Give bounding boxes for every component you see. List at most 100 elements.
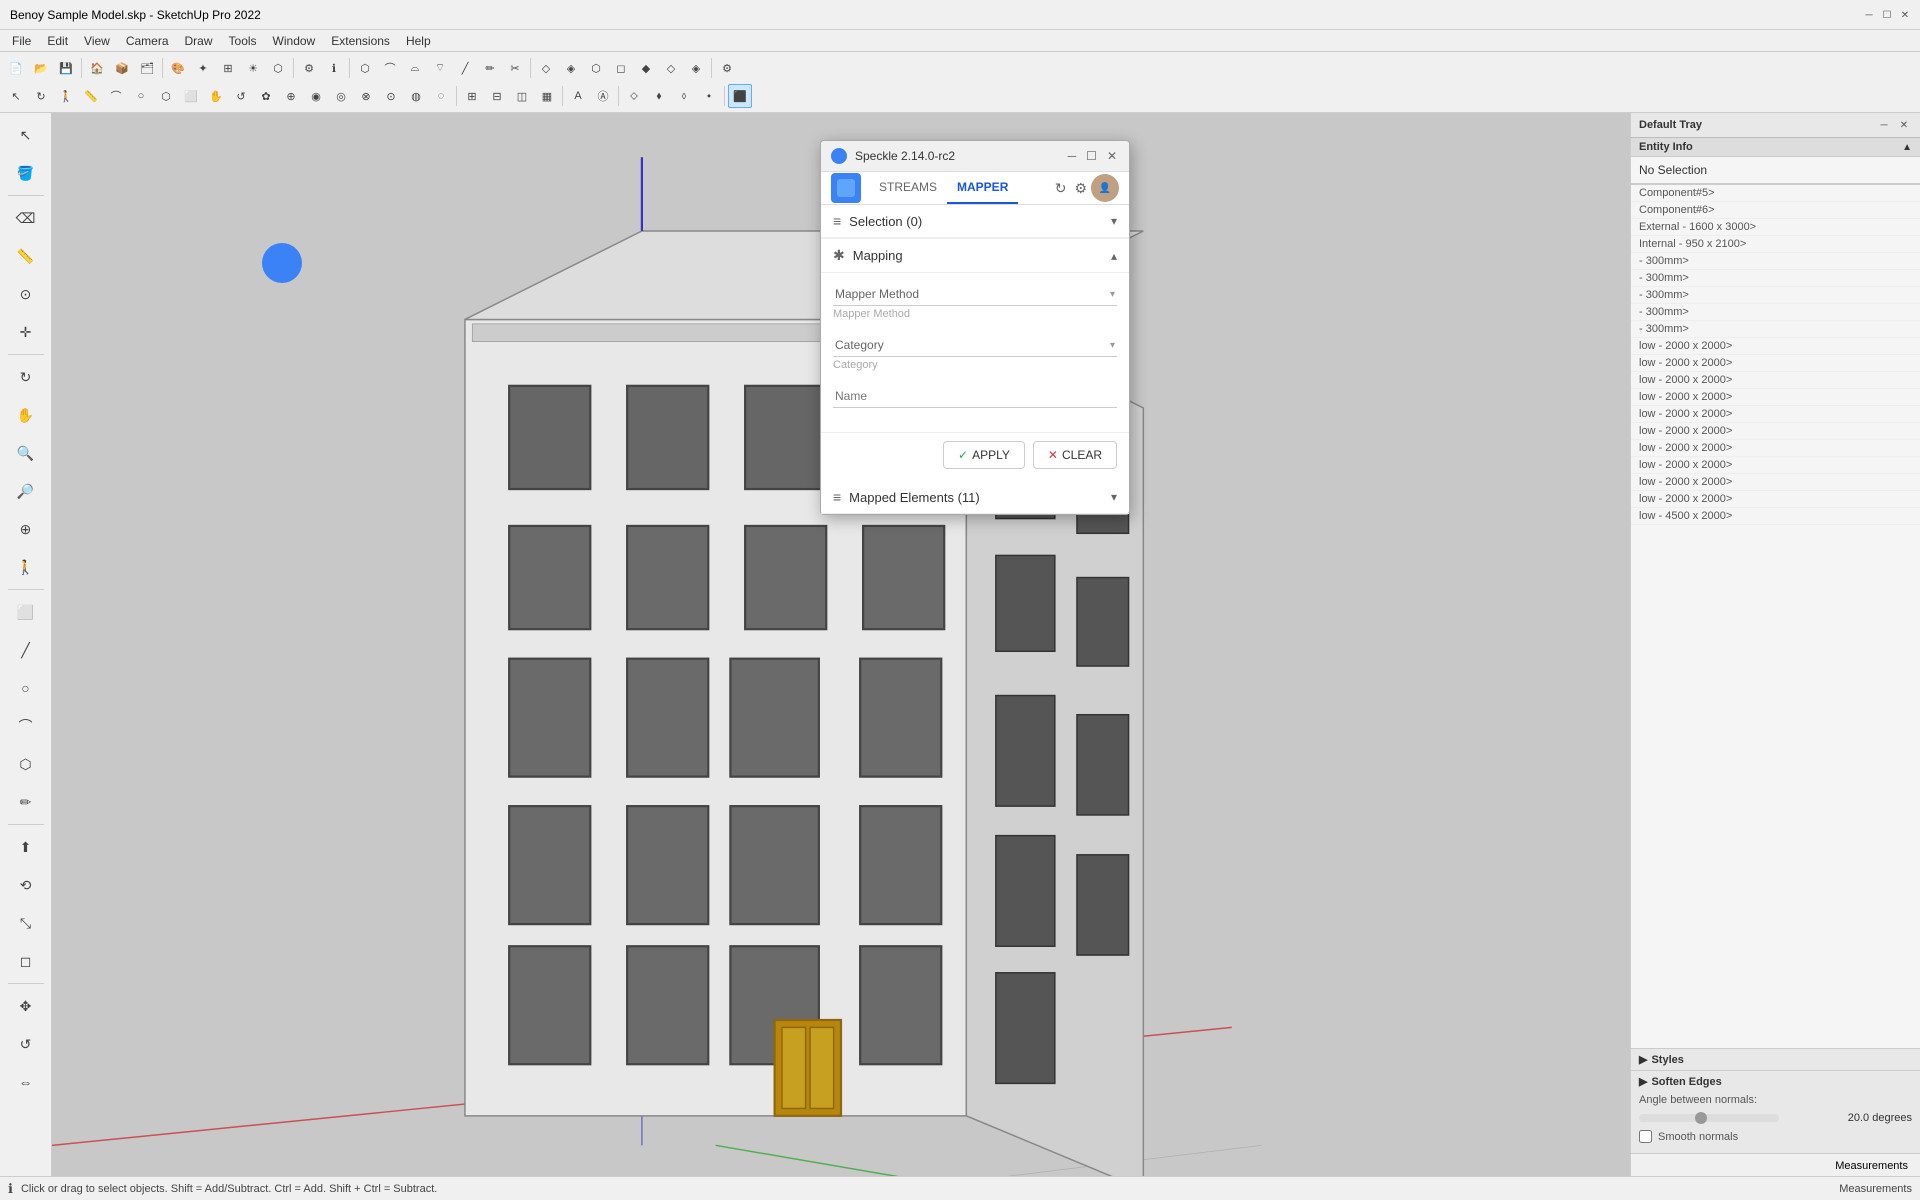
dim2-tb[interactable]: ⬧: [647, 84, 671, 108]
move-tool[interactable]: ✥: [8, 988, 44, 1024]
hand-tb[interactable]: ✋: [204, 84, 228, 108]
speckle-logo-tab[interactable]: [831, 173, 861, 203]
shape2-btn[interactable]: ◈: [559, 56, 583, 80]
user-avatar[interactable]: 👤: [1091, 174, 1119, 202]
tape-tb[interactable]: 📏: [79, 84, 103, 108]
misc7-tb[interactable]: ◍: [404, 84, 428, 108]
speckle-close-btn[interactable]: ✕: [1105, 147, 1119, 165]
category-select-wrapper[interactable]: Category ▾: [833, 334, 1117, 357]
clear-button[interactable]: ✕ CLEAR: [1033, 441, 1117, 469]
paint-tool[interactable]: 🪣: [8, 155, 44, 191]
settings-btn[interactable]: ⚙: [1070, 176, 1091, 201]
dim4-tb[interactable]: ⬩: [697, 84, 721, 108]
refresh-btn[interactable]: ↻: [1051, 176, 1071, 201]
entity-info-header[interactable]: Entity Info ▲: [1631, 138, 1920, 157]
smooth-normals-checkbox[interactable]: [1639, 1130, 1652, 1143]
angle-slider-thumb[interactable]: [1695, 1112, 1707, 1124]
entity-info-expand[interactable]: ▲: [1902, 142, 1912, 153]
zoom-ext-tool[interactable]: ⊕: [8, 511, 44, 547]
offset-tool[interactable]: ◻: [8, 943, 44, 979]
rotate-tb[interactable]: ↺: [229, 84, 253, 108]
mapped-elements-header[interactable]: ≡ Mapped Elements (11) ▾: [821, 481, 1129, 514]
menu-draw[interactable]: Draw: [177, 30, 221, 52]
line-btn[interactable]: ╱: [453, 56, 477, 80]
menu-file[interactable]: File: [4, 30, 39, 52]
mapper-method-select-wrapper[interactable]: Mapper Method ▾: [833, 283, 1117, 306]
open-btn[interactable]: 📂: [29, 56, 53, 80]
tape-tool[interactable]: 📏: [8, 238, 44, 274]
print-btn[interactable]: 🏠: [85, 56, 109, 80]
circle-tool[interactable]: ○: [8, 670, 44, 706]
pan-tool[interactable]: ✋: [8, 397, 44, 433]
tray-close-btn[interactable]: ✕: [1896, 117, 1912, 133]
category-select[interactable]: Category: [835, 338, 1110, 352]
menu-view[interactable]: View: [76, 30, 118, 52]
freehand-tool[interactable]: ✏: [8, 784, 44, 820]
text2-tb[interactable]: Ⓐ: [591, 84, 615, 108]
arc-tb[interactable]: ⌒: [104, 84, 128, 108]
dim1-tb[interactable]: ⬦: [622, 84, 646, 108]
minimize-btn[interactable]: ─: [1862, 8, 1876, 22]
follow-me-tool[interactable]: ⟲: [8, 867, 44, 903]
push-pull-tool[interactable]: ⬆: [8, 829, 44, 865]
mapper-method-select[interactable]: Mapper Method: [835, 287, 1110, 301]
tray-minimize-btn[interactable]: ─: [1876, 117, 1892, 133]
arc-tool[interactable]: ⌒: [8, 708, 44, 744]
name-input[interactable]: [835, 389, 1115, 403]
new-btn[interactable]: 📄: [4, 56, 28, 80]
line2-btn[interactable]: ✂: [503, 56, 527, 80]
shape7-btn[interactable]: ◈: [684, 56, 708, 80]
speckle-maximize-btn[interactable]: ☐: [1084, 147, 1099, 165]
walk-tool[interactable]: 🚶: [8, 549, 44, 585]
styles-btn[interactable]: ✦: [191, 56, 215, 80]
walk-tb[interactable]: 🚶: [54, 84, 78, 108]
layers-btn[interactable]: ⊞: [216, 56, 240, 80]
right-list[interactable]: Component#5> Component#6> External - 160…: [1631, 185, 1920, 1048]
polygon-tool[interactable]: ⬡: [8, 746, 44, 782]
selection-section-header[interactable]: ≡ Selection (0) ▾: [821, 205, 1129, 238]
arc3-btn[interactable]: ⌔: [428, 56, 452, 80]
eraser-tool[interactable]: ⌫: [8, 200, 44, 236]
freehand-btn[interactable]: ✏: [478, 56, 502, 80]
save-btn[interactable]: 💾: [54, 56, 78, 80]
axes-tool[interactable]: ✛: [8, 314, 44, 350]
zoom-win-tool[interactable]: 🔎: [8, 473, 44, 509]
select-tool-tb[interactable]: ⬡: [353, 56, 377, 80]
misc1-tb[interactable]: ✿: [254, 84, 278, 108]
apply-button[interactable]: ✓ APPLY: [943, 441, 1025, 469]
line-tool[interactable]: ╱: [8, 632, 44, 668]
misc4-tb[interactable]: ◎: [329, 84, 353, 108]
info-btn[interactable]: ℹ: [322, 56, 346, 80]
misc8-tb[interactable]: ◌: [429, 84, 453, 108]
arc2-btn[interactable]: ⌓: [403, 56, 427, 80]
styles-panel-title[interactable]: ▶ Styles: [1639, 1053, 1912, 1066]
select-tool[interactable]: ↖: [8, 117, 44, 153]
soften-panel-title[interactable]: ▶ Soften Edges: [1639, 1075, 1912, 1088]
menu-camera[interactable]: Camera: [118, 30, 177, 52]
shape1-btn[interactable]: ◇: [534, 56, 558, 80]
protractor-tool[interactable]: ⊙: [8, 276, 44, 312]
menu-extensions[interactable]: Extensions: [323, 30, 398, 52]
shadows-btn[interactable]: ☀: [241, 56, 265, 80]
misc5-tb[interactable]: ⊗: [354, 84, 378, 108]
rectangle-tool[interactable]: ⬜: [8, 594, 44, 630]
mapping-section-header[interactable]: ✱ Mapping ▴: [821, 238, 1129, 273]
tab-streams[interactable]: STREAMS: [869, 172, 947, 204]
flip-tool[interactable]: ⇔: [8, 1064, 44, 1100]
paint-btn[interactable]: 🎨: [166, 56, 190, 80]
advanced-btn[interactable]: ⚙: [715, 56, 739, 80]
polygon-tb[interactable]: ⬡: [154, 84, 178, 108]
model-info-btn[interactable]: 📦: [110, 56, 134, 80]
menu-edit[interactable]: Edit: [39, 30, 76, 52]
active-tb[interactable]: ⬛: [728, 84, 752, 108]
sandbox1-tb[interactable]: ⊞: [460, 84, 484, 108]
circle-tb[interactable]: ○: [129, 84, 153, 108]
rotate-tool[interactable]: ↺: [8, 1026, 44, 1062]
section-tb[interactable]: ◫: [510, 84, 534, 108]
maximize-btn[interactable]: ☐: [1880, 8, 1894, 22]
misc2-tb[interactable]: ⊕: [279, 84, 303, 108]
orbit-tb[interactable]: ↻: [29, 84, 53, 108]
shape3-btn[interactable]: ⬡: [584, 56, 608, 80]
components-btn[interactable]: 🗂: [135, 56, 159, 80]
sandbox2-tb[interactable]: ⊟: [485, 84, 509, 108]
